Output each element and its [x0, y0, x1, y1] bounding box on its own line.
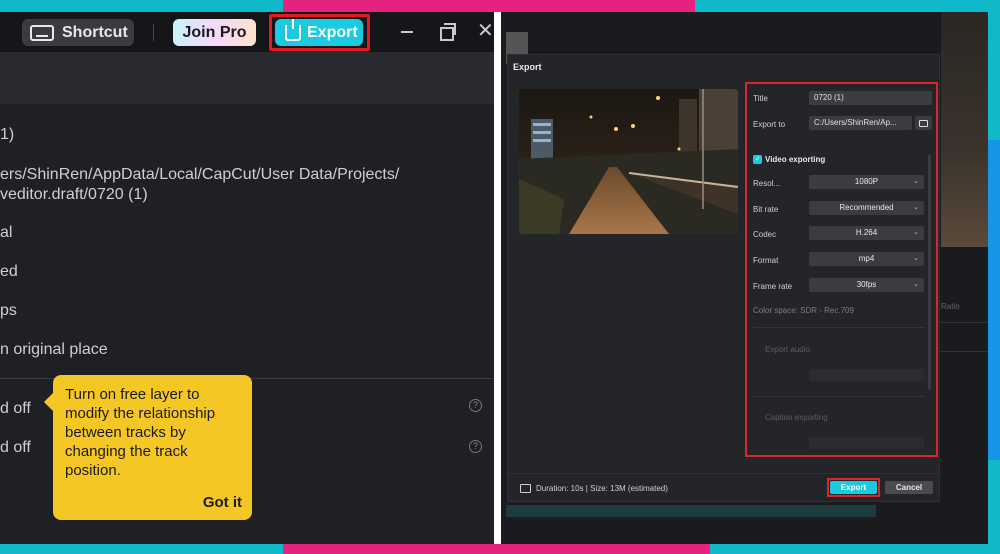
codec-label: Codec [753, 230, 777, 239]
join-pro-button[interactable]: Join Pro [173, 19, 256, 46]
toolbar-divider [153, 24, 154, 41]
shortcut-label: Shortcut [62, 23, 128, 41]
duration-size-info: Duration: 10s | Size: 13M (estimated) [536, 484, 668, 493]
got-it-button[interactable]: Got it [203, 493, 242, 512]
codec-value: H.264 [855, 228, 878, 237]
chevron-down-icon: ⌄ [913, 255, 919, 262]
caption-exporting-label: Caption exporting [765, 413, 828, 422]
resolution-label: Resol... [753, 179, 781, 188]
export-to-label: Export to [753, 120, 786, 129]
setting-row-text: d off [0, 400, 31, 417]
resolution-select[interactable]: 1080P ⌄ [809, 175, 924, 189]
export-button-top[interactable]: Export [275, 18, 363, 46]
setting-row-text: d off [0, 439, 31, 456]
folder-icon [919, 120, 928, 127]
cancel-button[interactable]: Cancel [885, 481, 933, 494]
chevron-down-icon: ⌄ [913, 229, 919, 236]
project-name-text: 1) [0, 126, 15, 143]
decorative-blue-bar-right [988, 140, 1000, 460]
background-preview [941, 12, 988, 247]
export-label-top: Export [307, 23, 358, 41]
film-icon [520, 484, 531, 493]
section-divider [753, 327, 925, 328]
chevron-down-icon: ⌄ [913, 281, 919, 288]
editor-panel-right: Ratio Export Title 0720 (1) Export to C:… [501, 12, 988, 544]
shortcut-button[interactable]: Shortcut [22, 19, 134, 46]
background-element [941, 322, 988, 352]
video-exporting-label: Video exporting [765, 155, 826, 164]
upload-icon [285, 18, 301, 41]
free-layer-tooltip: Turn on free layer to modify the relatio… [44, 375, 252, 520]
format-label: Format [753, 256, 779, 265]
project-path-text: ers/ShinRen/AppData/Local/CapCut/User Da… [0, 166, 400, 183]
export-dialog: Export Title 0720 (1) Export to C:/Users… [507, 54, 941, 502]
audio-format-select[interactable] [809, 369, 924, 381]
format-select[interactable]: mp4 ⌄ [809, 252, 924, 266]
video-exporting-checkbox[interactable]: ✓ [753, 155, 762, 164]
title-input[interactable]: 0720 (1) [809, 91, 932, 105]
project-path-text-2: veditor.draft/0720 (1) [0, 186, 148, 203]
tooltip-text: Turn on free layer to modify the relatio… [65, 386, 216, 479]
video-thumbnail [519, 89, 738, 234]
minimize-icon[interactable] [399, 23, 415, 39]
panel-header-band [0, 52, 494, 104]
export-path-input[interactable]: C:/Users/ShinRen/Ap... [809, 116, 912, 130]
restore-icon[interactable] [439, 23, 456, 41]
footer-divider [508, 473, 941, 474]
resolution-value: 1080P [854, 177, 879, 186]
browse-folder-button[interactable] [915, 116, 932, 130]
close-icon[interactable]: ✕ [477, 21, 494, 41]
framerate-label: Frame rate [753, 282, 793, 291]
editor-panel-left: Shortcut Join Pro Export ✕ 1) ers/ShinRe… [0, 12, 494, 544]
codec-select[interactable]: H.264 ⌄ [809, 226, 924, 240]
decorative-pink-bar-top [283, 0, 695, 12]
dialog-title: Export [513, 62, 542, 72]
title-bar: Shortcut Join Pro Export ✕ [0, 12, 494, 52]
help-icon[interactable]: ? [469, 399, 482, 412]
panel-separator [494, 12, 501, 544]
setting-row-text: ps [0, 302, 17, 319]
export-audio-label: Export audio [765, 345, 810, 354]
export-button[interactable]: Export [830, 481, 877, 494]
bitrate-label: Bit rate [753, 205, 779, 214]
setting-row-text: n original place [0, 341, 108, 358]
chevron-down-icon: ⌄ [913, 178, 919, 185]
bitrate-value: Recommended [839, 203, 894, 212]
caption-format-select[interactable] [809, 437, 924, 449]
bitrate-select[interactable]: Recommended ⌄ [809, 201, 924, 215]
night-road-thumbnail [519, 89, 738, 234]
setting-row-text: al [0, 224, 13, 241]
section-divider [753, 396, 925, 397]
setting-row-text: ed [0, 263, 18, 280]
framerate-select[interactable]: 30fps ⌄ [809, 278, 924, 292]
help-icon[interactable]: ? [469, 440, 482, 453]
background-timeline-strip [506, 505, 876, 517]
title-label: Title [753, 94, 768, 103]
join-pro-label: Join Pro [182, 23, 247, 41]
keyboard-icon [30, 24, 54, 41]
chevron-down-icon: ⌄ [913, 204, 919, 211]
ratio-label: Ratio [941, 302, 960, 311]
settings-scrollbar[interactable] [928, 155, 931, 390]
export-settings-highlight [745, 82, 938, 457]
format-value: mp4 [858, 254, 875, 263]
framerate-value: 30fps [856, 280, 877, 289]
decorative-pink-bar-bottom [283, 544, 710, 554]
color-space-text: Color space: SDR - Rec.709 [753, 306, 854, 315]
